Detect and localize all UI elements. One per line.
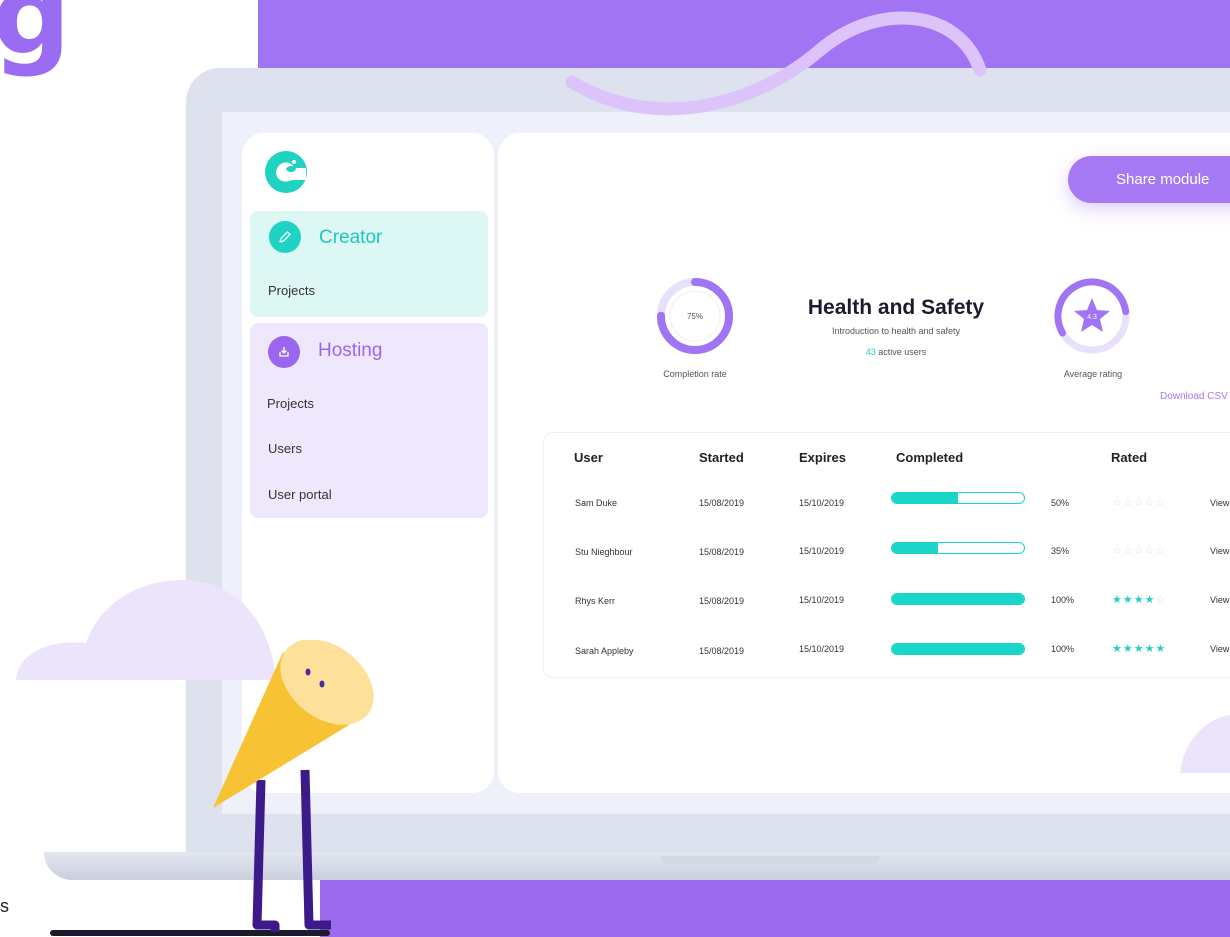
star-rating: ★★★★☆ [1112, 593, 1166, 606]
table-row-started: 15/08/2019 [699, 646, 745, 656]
completion-value: 75% [687, 312, 703, 321]
star-icon[interactable]: ☆ [1112, 545, 1123, 557]
star-rating: ★★★★★ [1112, 642, 1166, 655]
table-row-user: Rhys Kerr [575, 596, 616, 606]
average-rating-label: Average rating [1063, 369, 1123, 379]
star-icon[interactable]: ☆ [1145, 545, 1156, 557]
star-icon[interactable]: ★ [1145, 594, 1156, 606]
column-header-completed[interactable]: Completed [896, 450, 963, 465]
average-rating-ring: 4.3 [1054, 278, 1130, 354]
cloud-decoration-right [1180, 715, 1230, 773]
sidebar-item-users[interactable]: Users [268, 441, 302, 456]
sidebar-item-creator-projects[interactable]: Projects [268, 283, 315, 298]
corner-letter: s [0, 896, 9, 916]
progress-fill [892, 543, 939, 553]
table-row-started: 15/08/2019 [699, 498, 745, 508]
completion-rate-label: Completion rate [663, 369, 727, 379]
view-link[interactable]: View [1210, 546, 1229, 556]
table-row-user: Stu Nieghbour [575, 547, 633, 557]
star-icon[interactable]: ☆ [1123, 545, 1134, 557]
active-users-count: 43 [865, 347, 876, 357]
star-icon[interactable]: ★ [1134, 643, 1145, 655]
star-rating: ☆☆☆☆☆ [1112, 496, 1166, 509]
star-icon[interactable]: ★ [1145, 643, 1156, 655]
column-header-user[interactable]: User [574, 450, 603, 465]
star-icon[interactable]: ☆ [1145, 497, 1156, 509]
progress-bar [891, 593, 1025, 605]
star-icon[interactable]: ☆ [1134, 545, 1145, 557]
background-band-bottom [320, 880, 1230, 937]
sidebar-item-hosting-projects[interactable]: Projects [267, 396, 314, 411]
table-row-started: 15/08/2019 [699, 596, 745, 606]
view-link[interactable]: View [1210, 644, 1229, 654]
rating-value: 4.3 [1087, 314, 1097, 321]
table-row-expires: 15/10/2019 [799, 546, 845, 556]
share-module-button[interactable]: Share module [1068, 156, 1230, 203]
star-icon[interactable]: ★ [1112, 594, 1123, 606]
star-icon[interactable]: ☆ [1156, 545, 1167, 557]
table-row-user: Sam Duke [575, 498, 618, 508]
star-icon[interactable]: ☆ [1156, 594, 1167, 606]
swoosh-decoration [565, 11, 987, 116]
table-row-expires: 15/10/2019 [799, 498, 845, 508]
star-icon[interactable]: ☆ [1156, 497, 1167, 509]
chameleon-logo-icon[interactable] [264, 150, 308, 194]
pencil-icon[interactable] [269, 221, 301, 253]
download-icon[interactable] [268, 336, 300, 368]
table-row-user: Sarah Appleby [575, 646, 634, 656]
table-row-percent: 35% [1051, 546, 1070, 556]
star-icon[interactable]: ★ [1123, 643, 1134, 655]
megaphone-character-decoration [213, 640, 374, 932]
star-icon[interactable]: ★ [1134, 594, 1145, 606]
progress-fill [892, 644, 1024, 654]
hosting-title[interactable]: Hosting [318, 340, 382, 362]
progress-bar [891, 492, 1025, 504]
view-link[interactable]: View [1210, 498, 1229, 508]
progress-fill [892, 594, 1024, 604]
star-icon[interactable]: ☆ [1123, 497, 1134, 509]
active-users-suffix: active users [875, 347, 927, 357]
progress-bar [891, 643, 1025, 655]
column-header-rated[interactable]: Rated [1111, 450, 1147, 465]
star-icon[interactable]: ☆ [1134, 497, 1145, 509]
table-row-expires: 15/10/2019 [799, 595, 845, 605]
sidebar-item-user-portal[interactable]: User portal [268, 487, 332, 502]
table-row-percent: 100% [1051, 644, 1075, 654]
laptop-base-notch [660, 856, 880, 864]
view-link[interactable]: View [1210, 595, 1229, 605]
star-icon[interactable]: ★ [1123, 594, 1134, 606]
active-users: 43 active users [740, 347, 1052, 357]
star-icon[interactable]: ☆ [1112, 497, 1123, 509]
download-csv-link[interactable]: Download CSV [1160, 391, 1228, 402]
column-header-expires[interactable]: Expires [799, 450, 846, 465]
completion-rate-ring: 75% [657, 278, 733, 354]
module-subtitle: Introduction to health and safety [831, 326, 961, 336]
column-header-started[interactable]: Started [699, 450, 744, 465]
progress-fill [892, 493, 958, 503]
table-row-percent: 100% [1051, 595, 1075, 605]
star-icon[interactable]: ★ [1156, 643, 1167, 655]
table-row-started: 15/08/2019 [699, 547, 745, 557]
star-rating: ☆☆☆☆☆ [1112, 544, 1166, 557]
creator-title[interactable]: Creator [319, 227, 382, 249]
progress-bar [891, 542, 1025, 554]
star-icon[interactable]: ★ [1112, 643, 1123, 655]
module-title: Health and Safety [807, 296, 985, 319]
brand-letter: g [0, 0, 71, 79]
table-row-percent: 50% [1051, 498, 1070, 508]
table-row-expires: 15/10/2019 [799, 644, 845, 654]
